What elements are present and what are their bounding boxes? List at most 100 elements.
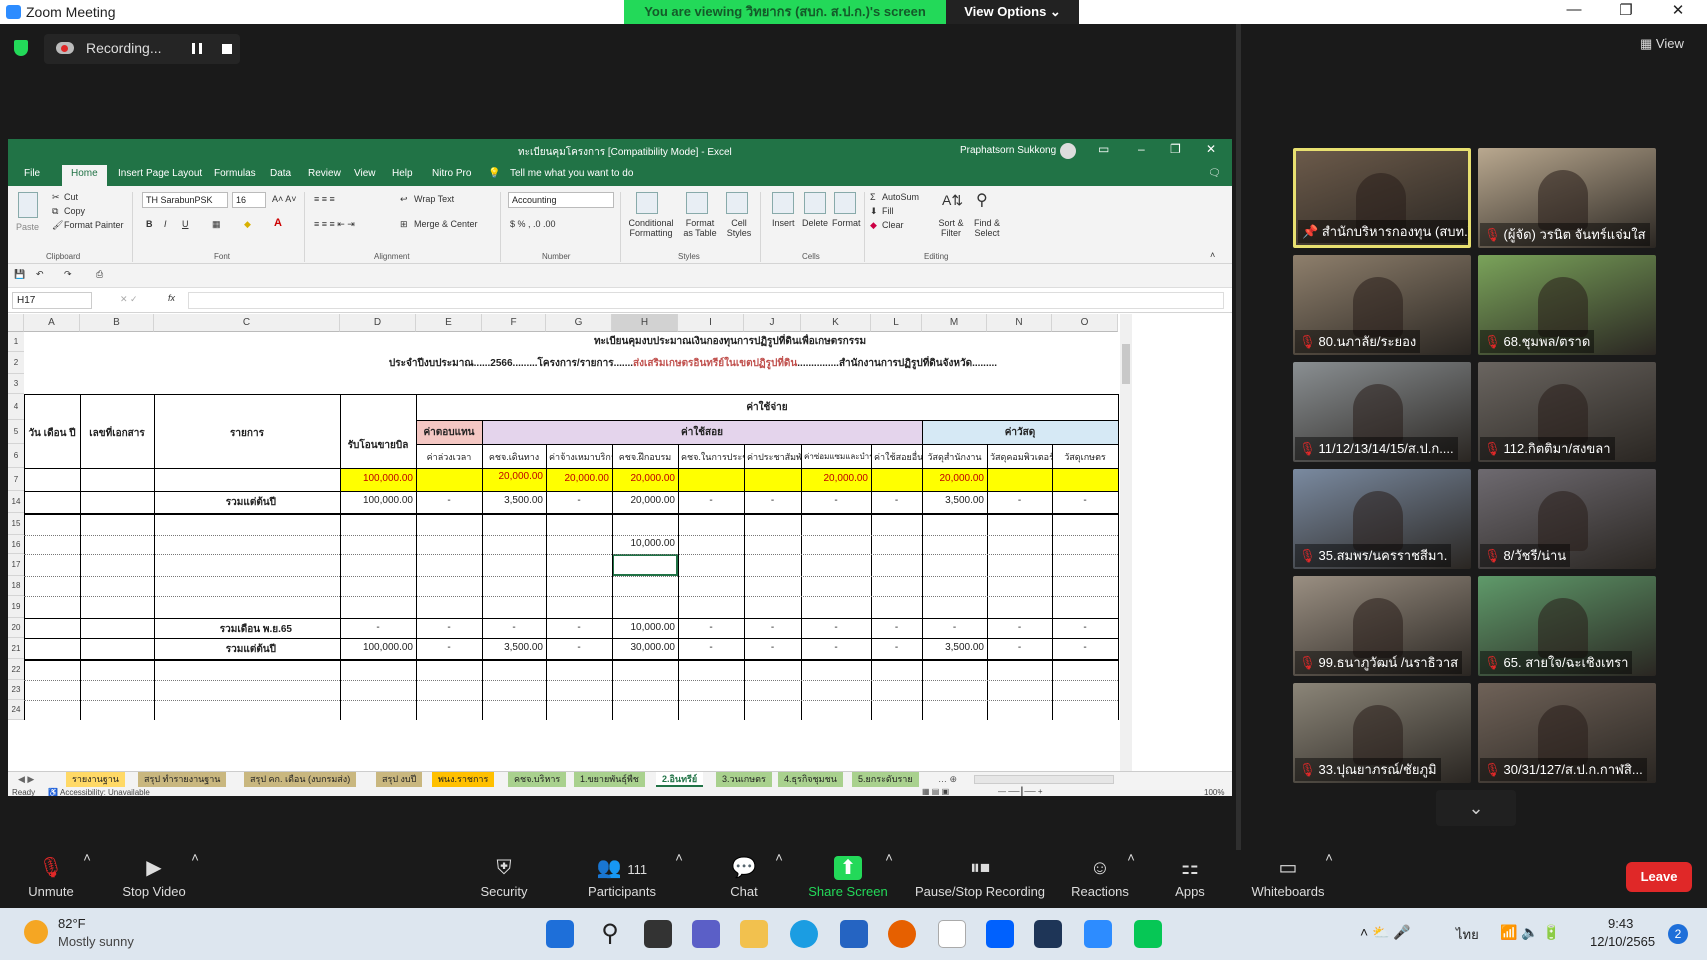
sheet-tab[interactable]: คชจ.บริหาร bbox=[508, 772, 567, 787]
video-options-chevron-icon[interactable]: ˄ bbox=[190, 850, 200, 908]
col-header[interactable]: J bbox=[744, 314, 801, 332]
status-accessibility[interactable]: Accessibility: Unavailable bbox=[60, 788, 150, 796]
restore-button[interactable]: ❐ bbox=[1606, 1, 1646, 19]
collapse-ribbon-icon[interactable]: ˄ bbox=[1210, 250, 1215, 260]
wrap-text-button[interactable]: Wrap Text bbox=[414, 194, 454, 204]
select-all-corner[interactable] bbox=[8, 314, 24, 332]
underline-icon[interactable]: U bbox=[182, 219, 189, 229]
stop-recording-icon[interactable] bbox=[222, 44, 232, 54]
participants-chevron-icon[interactable]: ˄ bbox=[674, 850, 684, 908]
row-header[interactable]: 16 bbox=[8, 535, 24, 554]
sheet-tab[interactable]: 3.วนเกษตร bbox=[716, 772, 772, 787]
row-header[interactable]: 24 bbox=[8, 700, 24, 720]
format-as-table-button[interactable]: Format as Table bbox=[680, 218, 720, 238]
share-chevron-icon[interactable]: ˄ bbox=[884, 850, 894, 908]
prev-sheet-icon[interactable]: ◀ ▶ bbox=[12, 772, 40, 787]
ribbon-display-icon[interactable]: ▭ bbox=[1098, 142, 1109, 156]
grow-font-icon[interactable]: A˄ A˅ bbox=[272, 194, 297, 204]
format-painter-button[interactable]: Format Painter bbox=[64, 220, 124, 230]
participant-tile[interactable]: 🎙 65. สายใจ/ฉะเชิงเทรา bbox=[1478, 576, 1656, 676]
participant-tile[interactable]: 🎙 11/12/13/14/15/ส.ป.ก.... bbox=[1293, 362, 1471, 462]
sheet-tab[interactable]: 5.ยกระดับราย bbox=[852, 772, 919, 787]
row-header[interactable]: 14 bbox=[8, 491, 24, 513]
row-header[interactable]: 6 bbox=[8, 444, 24, 468]
print-preview-icon[interactable]: ⎙ bbox=[96, 269, 103, 280]
find-select-button[interactable]: Find & Select bbox=[970, 218, 1004, 238]
row-header[interactable]: 21 bbox=[8, 638, 24, 659]
cell-styles-button[interactable]: Cell Styles bbox=[722, 218, 756, 238]
col-header[interactable]: I bbox=[678, 314, 744, 332]
excel-close-icon[interactable]: ✕ bbox=[1206, 142, 1216, 156]
row-header[interactable]: 5 bbox=[8, 420, 24, 444]
participant-tile[interactable]: 🎙 112.กิตติมา/สงขลา bbox=[1478, 362, 1656, 462]
tab-file[interactable]: File bbox=[24, 168, 40, 179]
align-left-icon[interactable]: ≡ ≡ ≡ ⇤ ⇥ bbox=[314, 219, 355, 230]
notification-badge[interactable]: 2 bbox=[1668, 924, 1688, 944]
borders-icon[interactable]: ▦ bbox=[212, 219, 221, 230]
audio-options-chevron-icon[interactable]: ˄ bbox=[82, 850, 92, 908]
font-size-select[interactable]: 16 bbox=[232, 192, 266, 208]
sheet-tab[interactable]: พนง.ราชการ bbox=[432, 772, 495, 787]
word-icon[interactable] bbox=[1034, 920, 1062, 948]
search-icon[interactable]: ⚲ bbox=[596, 920, 624, 948]
selected-cell-h17[interactable] bbox=[612, 554, 678, 576]
row-header[interactable]: 18 bbox=[8, 576, 24, 596]
italic-icon[interactable]: I bbox=[164, 219, 167, 229]
zoom-slider[interactable]: — ──┃── + bbox=[998, 787, 1043, 796]
col-header[interactable]: B bbox=[80, 314, 154, 332]
sheet-tab[interactable]: รายงานฐาน bbox=[66, 772, 125, 787]
tab-page-layout[interactable]: Page Layout bbox=[146, 168, 202, 179]
chat-chevron-icon[interactable]: ˄ bbox=[774, 850, 784, 908]
teams-chat-icon[interactable] bbox=[692, 920, 720, 948]
tab-help[interactable]: Help bbox=[392, 168, 413, 179]
paste-icon[interactable] bbox=[18, 192, 38, 218]
weather-temp[interactable]: 82°F bbox=[58, 916, 86, 931]
whiteboards-chevron-icon[interactable]: ˄ bbox=[1324, 850, 1334, 908]
participant-tile[interactable]: 📌 สำนักบริหารกองทุน (สบท.) bbox=[1293, 148, 1471, 248]
name-box[interactable]: H17 bbox=[12, 292, 92, 309]
tab-home[interactable]: Home bbox=[62, 165, 107, 186]
tab-data[interactable]: Data bbox=[270, 168, 291, 179]
col-header[interactable]: F bbox=[482, 314, 546, 332]
tab-nitro-pro[interactable]: Nitro Pro bbox=[432, 168, 471, 179]
bold-icon[interactable]: B bbox=[146, 219, 153, 229]
insert-cells-button[interactable]: Insert bbox=[772, 218, 795, 228]
task-view-icon[interactable] bbox=[644, 920, 672, 948]
user-avatar[interactable] bbox=[1060, 143, 1076, 159]
redo-icon[interactable]: ↷ bbox=[64, 269, 72, 280]
tell-me-search[interactable]: Tell me what you want to do bbox=[510, 168, 633, 179]
file-explorer-icon[interactable] bbox=[740, 920, 768, 948]
fx-icon[interactable]: fx bbox=[168, 293, 175, 303]
add-sheet-icon[interactable]: … ⊕ bbox=[932, 772, 963, 787]
format-cells-button[interactable]: Format bbox=[832, 218, 861, 228]
pause-recording-icon[interactable] bbox=[192, 43, 202, 54]
row-header[interactable]: 3 bbox=[8, 374, 24, 394]
row-header[interactable]: 22 bbox=[8, 659, 24, 680]
fill-button[interactable]: Fill bbox=[882, 206, 894, 216]
edge-browser-icon[interactable] bbox=[790, 920, 818, 948]
col-header[interactable]: O bbox=[1052, 314, 1118, 332]
line-app-icon[interactable] bbox=[1134, 920, 1162, 948]
store-icon[interactable] bbox=[840, 920, 868, 948]
participants-button[interactable]: 👥 111 Participants bbox=[562, 850, 682, 908]
tab-insert[interactable]: Insert bbox=[118, 168, 143, 179]
col-header[interactable]: L bbox=[871, 314, 922, 332]
number-format-select[interactable]: Accounting bbox=[508, 192, 614, 208]
col-header[interactable]: D bbox=[340, 314, 416, 332]
zoom-percent[interactable]: 100% bbox=[1204, 788, 1224, 796]
sheet-tab[interactable]: 4.ธุรกิจชุมชน bbox=[778, 772, 843, 787]
participant-tile[interactable]: 🎙 33.ปุณยาภรณ์/ชัยภูมิ bbox=[1293, 683, 1471, 783]
undo-icon[interactable]: ↶ bbox=[36, 269, 44, 280]
col-header[interactable]: H bbox=[612, 314, 678, 332]
participant-tile[interactable]: 🎙 8/วัชรี/น่าน bbox=[1478, 469, 1656, 569]
close-button[interactable]: ✕ bbox=[1658, 1, 1698, 19]
row-header[interactable]: 2 bbox=[8, 352, 24, 374]
leave-button[interactable]: Leave bbox=[1626, 862, 1692, 892]
row-header[interactable]: 7 bbox=[8, 468, 24, 491]
excel-restore-icon[interactable]: ❐ bbox=[1170, 142, 1181, 156]
conditional-formatting-button[interactable]: Conditional Formatting bbox=[624, 218, 678, 238]
weather-desc[interactable]: Mostly sunny bbox=[58, 934, 134, 949]
formula-input[interactable] bbox=[188, 292, 1224, 309]
col-header[interactable]: K bbox=[801, 314, 871, 332]
row-header[interactable]: 17 bbox=[8, 554, 24, 576]
